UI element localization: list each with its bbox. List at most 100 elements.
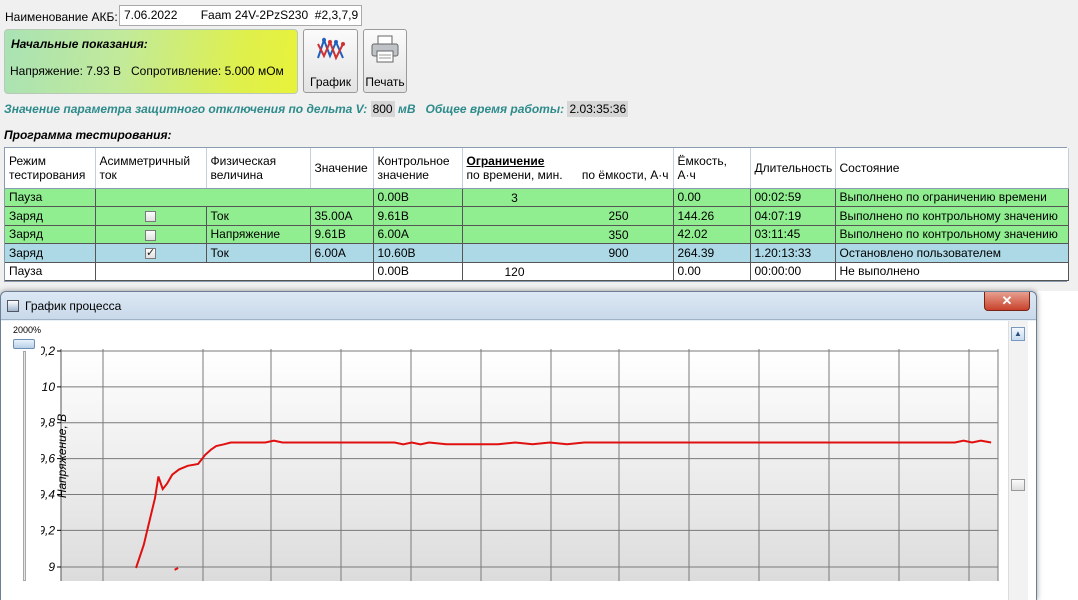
cell-mode[interactable]: Пауза xyxy=(5,188,96,207)
asym-checkbox[interactable] xyxy=(145,211,156,223)
y-tick-label: 9,2 xyxy=(41,523,55,537)
cell-capacity[interactable]: 264.39 xyxy=(673,243,751,263)
cell-mode[interactable]: Заряд xyxy=(5,243,96,263)
cell-duration[interactable]: 04:07:19 xyxy=(750,206,836,226)
table-row[interactable]: Заряд Ток6.00А10.60В 900 264.391.20:13:33Ос… xyxy=(5,243,1069,263)
voltage-value: 7.93 xyxy=(86,64,110,78)
delta-v-value[interactable]: 800 xyxy=(370,101,395,117)
cell-phys[interactable]: Ток xyxy=(206,206,311,226)
cell-phys[interactable]: Ток xyxy=(206,243,311,263)
asym-checkbox[interactable] xyxy=(145,229,156,241)
col-limit[interactable]: Ограничение по времени, мин. по ёмкости, … xyxy=(462,148,674,189)
col-limit-time: по времени, мин. xyxy=(466,167,563,182)
cell-state[interactable]: Выполнено по ограничению времени xyxy=(835,188,1069,207)
cell-mode[interactable]: Заряд xyxy=(5,225,96,244)
cell-duration[interactable]: 03:11:45 xyxy=(750,225,836,244)
chart-button[interactable]: График xyxy=(303,29,358,93)
cell-duration[interactable]: 00:00:00 xyxy=(750,262,836,281)
col-mode[interactable]: Режим тестирования xyxy=(5,148,96,189)
print-button[interactable]: Печать xyxy=(363,29,407,93)
col-state[interactable]: Состояние xyxy=(835,148,1069,189)
zoom-slider[interactable]: 2000% xyxy=(7,325,41,581)
cell-capacity[interactable]: 42.02 xyxy=(673,225,751,244)
cell-asym[interactable] xyxy=(95,225,207,244)
cell-limit-cap: 350 xyxy=(608,227,629,242)
resistance-value: 5.000 xyxy=(224,64,255,78)
cell-mode[interactable]: Пауза xyxy=(5,262,96,281)
zoom-slider-track[interactable] xyxy=(23,351,26,581)
cell-state[interactable]: Остановлено пользователем xyxy=(835,243,1069,263)
scroll-up-arrow-icon[interactable]: ▲ xyxy=(1011,327,1025,341)
cell-limit-time: 120 xyxy=(504,264,525,279)
cell-state[interactable]: Выполнено по контрольному значению xyxy=(835,225,1069,244)
cell-capacity[interactable]: 0.00 xyxy=(673,188,751,207)
cell-control[interactable]: 9.61В xyxy=(373,206,463,226)
cell-merged[interactable] xyxy=(95,262,374,281)
cell-control[interactable]: 10.60В xyxy=(373,243,463,263)
chart-icon xyxy=(316,37,345,61)
cell-limit[interactable]: 120 xyxy=(462,262,674,281)
cell-duration[interactable]: 00:02:59 xyxy=(750,188,836,207)
col-capacity[interactable]: Ёмкость, А·ч xyxy=(673,148,751,189)
resistance-label: Сопротивление: xyxy=(131,64,222,78)
asym-checkbox[interactable] xyxy=(145,246,156,260)
chart-window-titlebar[interactable]: График процесса ✕ xyxy=(1,292,1036,320)
cell-value[interactable]: 9.61В xyxy=(310,225,374,244)
cell-mode[interactable]: Заряд xyxy=(5,206,96,226)
cell-control[interactable]: 0.00В xyxy=(373,188,463,207)
delta-v-line: Значение параметра защитного отключения … xyxy=(4,101,629,117)
akb-name-row: Наименование АКБ: xyxy=(5,7,118,27)
initial-readings-title: Начальные показания: xyxy=(11,37,148,51)
worktime-value: 2.03:35:36 xyxy=(567,101,629,117)
initial-readings-panel: Начальные показания: Напряжение: 7.93 В … xyxy=(4,29,298,94)
col-control[interactable]: Контрольное значение xyxy=(373,148,463,189)
cell-state[interactable]: Не выполнено xyxy=(835,262,1069,281)
table-header-row: Режим тестирования Асимметричный ток Физ… xyxy=(5,148,1069,189)
chart-button-label: График xyxy=(310,75,351,89)
akb-name-input[interactable]: 7.06.2022 Faam 24V-2PzS230 #2,3,7,9 xyxy=(119,5,362,26)
table-row[interactable]: Заряд Ток 35.00А 9.61В 250 144.26 04:07:19 Выпо… xyxy=(5,206,1069,226)
y-axis-label: Напряжение, В xyxy=(55,414,69,498)
vertical-scrollbar[interactable]: ▲ xyxy=(1008,321,1028,600)
table-row[interactable]: Пауза 0.00В 120 0.00 00:00:00 Не выполнено xyxy=(5,262,1069,281)
y-tick-label: 9,6 xyxy=(41,452,55,466)
cell-state[interactable]: Выполнено по контрольному значению xyxy=(835,206,1069,226)
cell-phys[interactable]: Напряжение xyxy=(206,225,311,244)
scrollbar-thumb[interactable] xyxy=(1011,479,1025,491)
col-asym[interactable]: Асимметричный ток xyxy=(95,148,207,189)
zoom-slider-thumb[interactable] xyxy=(13,339,35,349)
y-tick-label: 9,8 xyxy=(41,416,55,430)
cell-limit[interactable]: 250 xyxy=(462,206,674,226)
cell-limit-cap: 900 xyxy=(608,246,629,260)
cell-control[interactable]: 0.00В xyxy=(373,262,463,281)
cell-limit[interactable]: 900 xyxy=(462,243,674,263)
chart-window: График процесса ✕ 2000% 10,2 10 9,8 9,6 9,4 9… xyxy=(0,291,1037,600)
program-table-body: Пауза 0.00В 3 0.00 00:02:59 Выполнено по огра… xyxy=(5,188,1069,281)
worktime-label: Общее время работы: xyxy=(425,102,565,116)
cell-limit[interactable]: 350 xyxy=(462,225,674,244)
col-phys[interactable]: Физическая величина xyxy=(206,148,311,189)
cell-capacity[interactable]: 144.26 xyxy=(673,206,751,226)
resistance-unit: мОм xyxy=(257,64,284,78)
initial-readings-values: Напряжение: 7.93 В Сопротивление: 5.000 … xyxy=(10,64,284,78)
cell-capacity[interactable]: 0.00 xyxy=(673,262,751,281)
table-row[interactable]: Заряд Напряжение 9.61В 6.00А 350 42.02 03:11:4… xyxy=(5,225,1069,244)
cell-asym[interactable] xyxy=(95,206,207,226)
cell-duration[interactable]: 1.20:13:33 xyxy=(750,243,836,263)
cell-asym[interactable] xyxy=(95,243,207,263)
cell-limit[interactable]: 3 xyxy=(462,188,674,207)
cell-value[interactable]: 6.00А xyxy=(310,243,374,263)
col-duration[interactable]: Длительность xyxy=(750,148,836,189)
col-value[interactable]: Значение xyxy=(310,148,374,189)
cell-value[interactable]: 35.00А xyxy=(310,206,374,226)
plot-area xyxy=(61,351,998,581)
program-title: Программа тестирования: xyxy=(4,128,172,142)
cell-merged[interactable] xyxy=(95,188,374,207)
program-table: Режим тестирования Асимметричный ток Физ… xyxy=(4,147,1069,282)
col-limit-cap: по ёмкости, А·ч xyxy=(581,167,669,182)
window-app-icon xyxy=(7,300,19,312)
cell-control[interactable]: 6.00А xyxy=(373,225,463,244)
print-button-label: Печать xyxy=(365,75,405,89)
close-button[interactable]: ✕ xyxy=(984,292,1030,311)
table-row[interactable]: Пауза 0.00В 3 0.00 00:02:59 Выполнено по огра… xyxy=(5,188,1069,207)
